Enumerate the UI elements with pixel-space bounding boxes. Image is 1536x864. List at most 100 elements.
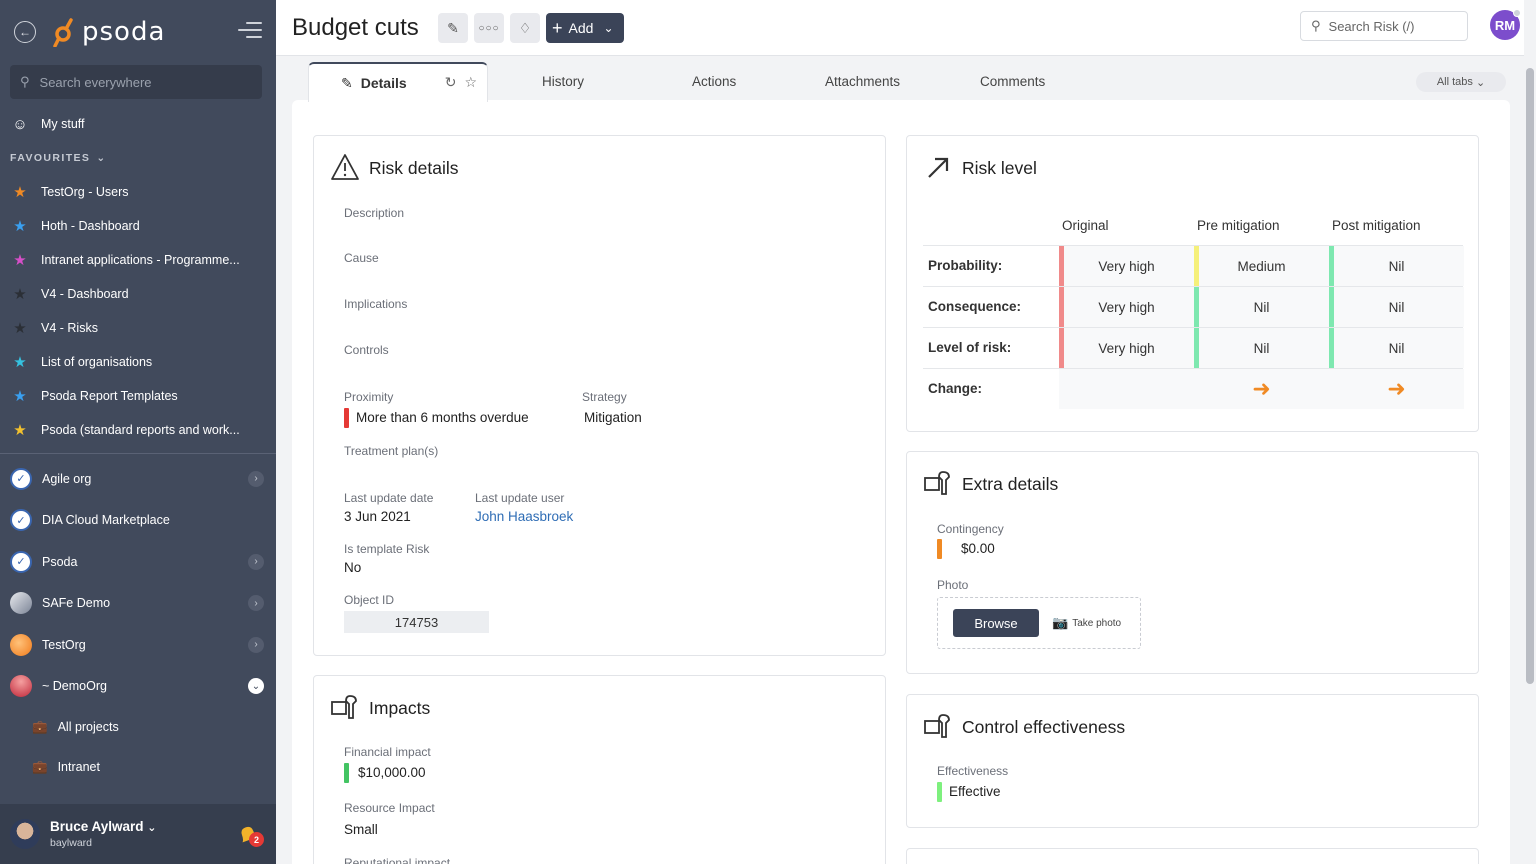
org-testorg[interactable]: TestOrg › <box>0 624 276 666</box>
briefcase-icon: 💼 <box>32 719 48 734</box>
last-update-date-value: 3 Jun 2021 <box>344 509 411 524</box>
scrollbar-thumb[interactable] <box>1526 68 1534 684</box>
star-icon: ★ <box>13 422 27 439</box>
chevron-right-icon[interactable]: › <box>248 553 264 570</box>
chevron-down-icon: ⌄ <box>1475 76 1486 89</box>
favourite-item[interactable]: ★ Psoda Report Templates <box>0 379 276 413</box>
sidebar-item-all-projects[interactable]: 💼 All projects <box>0 707 276 747</box>
risk-details-card: Risk details Description Cause Implicati… <box>313 135 886 656</box>
risk-row-probability: Probability: Very high Medium Nil <box>923 245 1464 286</box>
back-button[interactable]: ← <box>14 21 36 43</box>
pencil-icon: ✎ <box>341 74 353 91</box>
notifications-button[interactable]: 2 <box>236 824 264 847</box>
chevron-down-icon[interactable]: ⌄ <box>248 678 264 695</box>
chevron-right-icon[interactable]: › <box>248 636 264 653</box>
wrench-icon <box>924 714 950 738</box>
refresh-icon[interactable]: ↻ <box>445 74 457 91</box>
control-effectiveness-card: Control effectiveness Effectiveness Effe… <box>906 694 1479 828</box>
search-icon: ⚲ <box>1311 18 1321 33</box>
collapse-sidebar-button[interactable] <box>238 22 262 40</box>
tab-comments[interactable]: Comments <box>980 74 1045 89</box>
level-color-strip <box>1059 328 1064 368</box>
financial-impact-value: $10,000.00 <box>358 765 426 780</box>
avatar[interactable]: RM <box>1490 9 1521 40</box>
org-logo-icon: ✓ <box>10 550 32 573</box>
star-outline-icon[interactable]: ☆ <box>464 74 477 91</box>
favourite-item[interactable]: ★ Intranet applications - Programme... <box>0 243 276 277</box>
sidebar-divider <box>0 453 276 454</box>
object-id-value: 174753 <box>344 611 489 633</box>
arrow-right-icon: ➜ <box>1387 376 1406 401</box>
risk-cell: Very high <box>1059 246 1194 286</box>
tag-icon: ♢ <box>518 19 532 36</box>
favourite-item[interactable]: ★ TestOrg - Users <box>0 175 276 209</box>
risk-cell: Very high <box>1059 287 1194 327</box>
all-tabs-button[interactable]: All tabs ⌄ <box>1416 72 1506 92</box>
org-dia-cloud-marketplace[interactable]: ✓ DIA Cloud Marketplace <box>0 500 276 542</box>
risk-cell: Nil <box>1329 287 1464 327</box>
proximity-value: More than 6 months overdue <box>356 410 529 425</box>
search-icon: ⚲ <box>20 74 30 89</box>
wrench-icon <box>924 471 950 495</box>
implications-label: Implications <box>344 297 408 311</box>
sidebar-item-my-stuff[interactable]: ☺ My stuff <box>0 107 276 141</box>
star-icon: ★ <box>13 388 27 405</box>
risk-cell: Nil <box>1194 287 1329 327</box>
favourites-list: ★ TestOrg - Users ★ Hoth - Dashboard ★ Intr… <box>0 175 276 447</box>
extra-details-card: Extra details Contingency $0.00 Photo Br… <box>906 451 1479 674</box>
favourite-item[interactable]: ★ V4 - Dashboard <box>0 277 276 311</box>
impacts-card: Impacts Financial impact $10,000.00 Reso… <box>313 675 886 864</box>
favourite-item[interactable]: ★ V4 - Risks <box>0 311 276 345</box>
row-label: Level of risk: <box>928 340 1012 355</box>
favourite-item[interactable]: ★ List of organisations <box>0 345 276 379</box>
photo-upload-area[interactable]: Browse 📷 Take photo <box>937 597 1141 649</box>
search-risk-input[interactable]: ⚲ Search Risk (/) <box>1300 11 1468 41</box>
tag-button[interactable]: ♢ <box>510 13 540 43</box>
effectiveness-label: Effectiveness <box>937 764 1009 778</box>
treatment-plans-label: Treatment plan(s) <box>344 444 439 458</box>
reputational-impact-label: Reputational impact <box>344 856 451 864</box>
chevron-right-icon[interactable]: › <box>248 470 264 487</box>
star-icon: ★ <box>13 252 27 269</box>
card-title: Control effectiveness <box>962 717 1126 737</box>
risk-cell: Very high <box>1059 328 1194 368</box>
chevron-right-icon[interactable]: › <box>248 595 264 612</box>
org-safe-demo[interactable]: SAFe Demo › <box>0 583 276 625</box>
card-title: Extra details <box>962 474 1059 494</box>
user-name: Bruce Aylward ⌄ <box>50 819 157 834</box>
tab-details[interactable]: ✎ Details ↻ ☆ <box>308 62 488 102</box>
chevron-down-icon: ⌄ <box>603 21 614 35</box>
user-icon: ☺ <box>12 115 28 133</box>
financial-impact-indicator <box>344 763 349 783</box>
object-id-label: Object ID <box>344 593 395 607</box>
logo[interactable]: psoda <box>52 17 165 47</box>
tab-actions[interactable]: Actions <box>692 74 736 89</box>
org-psoda[interactable]: ✓ Psoda › <box>0 541 276 583</box>
more-button[interactable]: ○○○ <box>474 13 504 43</box>
tab-attachments[interactable]: Attachments <box>825 74 900 89</box>
last-update-user-link[interactable]: John Haasbroek <box>475 509 573 524</box>
level-color-strip <box>1059 246 1064 286</box>
favourite-item[interactable]: ★ Hoth - Dashboard <box>0 209 276 243</box>
org-agile[interactable]: ✓ Agile org › <box>0 458 276 500</box>
risk-cell: Nil <box>1329 328 1464 368</box>
tab-history[interactable]: History <box>542 74 584 89</box>
risk-row-change: Change: ➜ ➜ <box>923 368 1464 416</box>
card-title: Risk level <box>962 158 1037 178</box>
chevron-down-icon: ⌄ <box>96 152 107 164</box>
star-icon: ★ <box>13 354 27 371</box>
take-photo-button[interactable]: 📷 Take photo <box>1052 615 1121 631</box>
row-label: Probability: <box>928 258 1003 273</box>
org-demoorg[interactable]: ~ DemoOrg ⌄ <box>0 666 276 708</box>
browse-button[interactable]: Browse <box>953 609 1039 637</box>
sidebar-search-input[interactable]: ⚲ Search everywhere <box>10 65 262 99</box>
favourites-header[interactable]: FAVOURITES ⌄ <box>0 141 276 175</box>
avatar <box>10 819 40 849</box>
favourite-item[interactable]: ★ Psoda (standard reports and work... <box>0 413 276 447</box>
row-label: Consequence: <box>928 299 1022 314</box>
risk-cell <box>1059 369 1194 409</box>
edit-button[interactable]: ✎ <box>438 13 468 43</box>
user-menu[interactable]: Bruce Aylward ⌄ baylward 2 <box>0 804 276 864</box>
sidebar-item-intranet[interactable]: 💼 Intranet <box>0 747 276 787</box>
add-button[interactable]: + Add ⌄ <box>546 13 624 43</box>
